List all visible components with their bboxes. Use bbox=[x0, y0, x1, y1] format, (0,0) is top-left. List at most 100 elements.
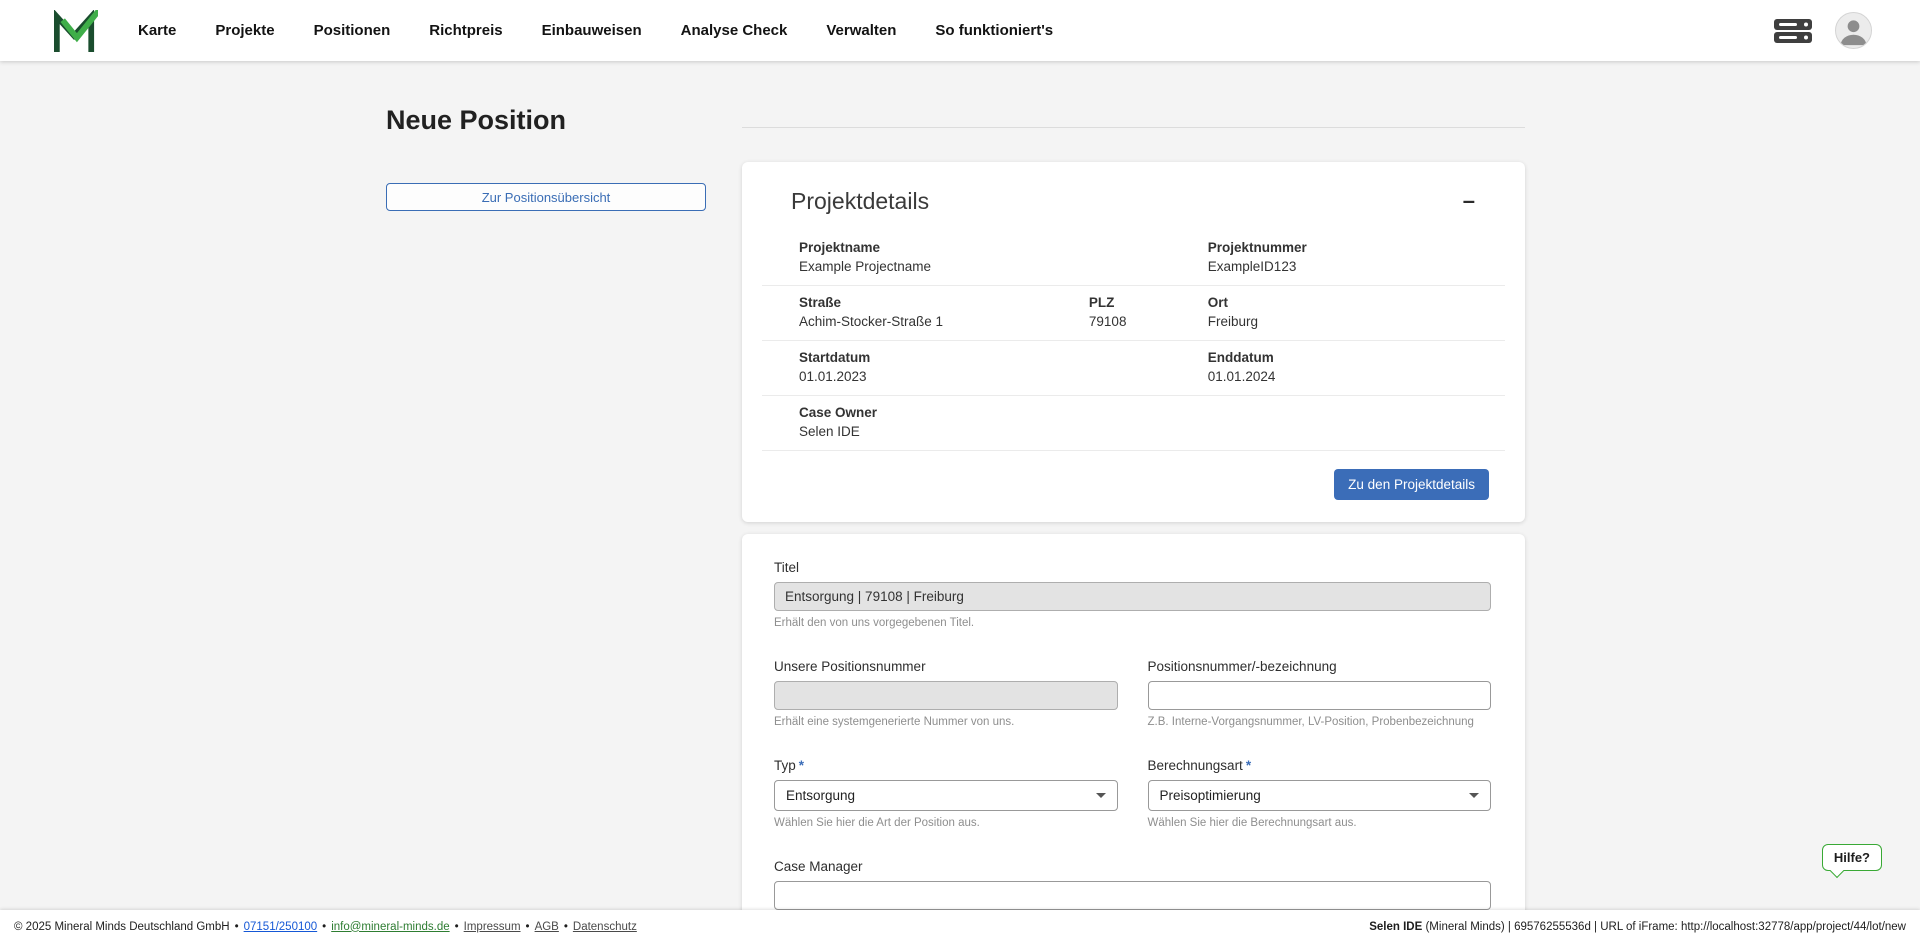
copyright-text: © 2025 Mineral Minds Deutschland GmbH bbox=[14, 920, 230, 933]
table-row: Case Owner Selen IDE bbox=[762, 396, 1505, 451]
table-row: Straße Achim-Stocker-Straße 1 PLZ 79108 … bbox=[762, 286, 1505, 341]
case-manager-label: Case Manager bbox=[774, 859, 863, 874]
nav-item-analyse-check[interactable]: Analyse Check bbox=[681, 22, 788, 39]
typ-select[interactable]: Entsorgung bbox=[774, 780, 1118, 811]
footer-left: © 2025 Mineral Minds Deutschland GmbH • … bbox=[14, 921, 637, 933]
berechnungsart-select-value: Preisoptimierung bbox=[1159, 788, 1261, 803]
plz-label: PLZ bbox=[1088, 295, 1115, 310]
projektdetails-title: Projektdetails bbox=[791, 188, 930, 214]
typ-select-value: Entsorgung bbox=[786, 788, 856, 803]
separator: • bbox=[322, 920, 327, 933]
case-owner-value: Selen IDE bbox=[799, 424, 860, 439]
berechnungsart-label: Berechnungsart * bbox=[1147, 758, 1252, 773]
unsere-positionsnummer-helper: Erhält eine systemgenerierte Nummer von … bbox=[774, 716, 1015, 728]
field-enddatum: Enddatum 01.01.2024 bbox=[1208, 350, 1505, 384]
titel-label: Titel bbox=[774, 560, 800, 575]
main-nav: Karte Projekte Positionen Richtpreis Ein… bbox=[138, 22, 1053, 39]
titel-helper: Erhält den von uns vorgegebenen Titel. bbox=[774, 617, 975, 629]
chevron-down-icon bbox=[1095, 793, 1106, 798]
required-asterisk: * bbox=[1245, 758, 1252, 773]
projektnummer-label: Projektnummer bbox=[1207, 240, 1307, 255]
startdatum-value: 01.01.2023 bbox=[799, 369, 867, 384]
footer-session-details: (Mineral Minds) | 69576255536d | URL of … bbox=[1422, 920, 1906, 933]
berechnungsart-helper: Wählen Sie hier die Berechnungsart aus. bbox=[1147, 817, 1357, 829]
field-projektname: Projektname Example Projectname bbox=[762, 240, 1208, 274]
footer-bar: © 2025 Mineral Minds Deutschland GmbH • … bbox=[0, 910, 1920, 943]
startdatum-label: Startdatum bbox=[799, 350, 871, 365]
field-ort: Ort Freiburg bbox=[1208, 295, 1505, 329]
strasse-label: Straße bbox=[799, 295, 842, 310]
berechnungsart-select[interactable]: Preisoptimierung bbox=[1147, 780, 1491, 811]
field-strasse: Straße Achim-Stocker-Straße 1 bbox=[762, 295, 1089, 329]
email-link[interactable]: info@mineral-minds.de bbox=[331, 921, 449, 933]
case-manager-group: Case Manager bbox=[774, 859, 1491, 910]
footer-user-name: Selen IDE bbox=[1369, 920, 1423, 933]
table-row: Projektname Example Projectname Projektn… bbox=[762, 231, 1505, 286]
collapse-icon[interactable]: – bbox=[1457, 188, 1481, 214]
chevron-down-icon bbox=[1469, 793, 1479, 798]
ort-label: Ort bbox=[1207, 295, 1229, 310]
titel-input bbox=[774, 582, 1491, 611]
projektname-label: Projektname bbox=[799, 240, 881, 255]
required-asterisk: * bbox=[798, 758, 805, 773]
hilfe-label: Hilfe? bbox=[1833, 850, 1870, 865]
unsere-positionsnummer-label: Unsere Positionsnummer bbox=[774, 659, 926, 674]
case-owner-label: Case Owner bbox=[799, 405, 878, 420]
impressum-link[interactable]: Impressum bbox=[464, 921, 521, 933]
nav-item-verwalten[interactable]: Verwalten bbox=[826, 22, 896, 39]
right-column: Projektdetails – Projektname Example Pro… bbox=[742, 162, 1525, 910]
separator: • bbox=[563, 920, 568, 933]
field-plz: PLZ 79108 bbox=[1089, 295, 1208, 329]
separator: • bbox=[454, 920, 459, 933]
typ-label: Typ * bbox=[774, 758, 805, 773]
enddatum-value: 01.01.2024 bbox=[1207, 369, 1276, 384]
typ-group: Typ * Entsorgung Wählen Sie hier die Art … bbox=[774, 758, 1118, 829]
nav-item-einbauweisen[interactable]: Einbauweisen bbox=[542, 22, 642, 39]
field-projektnummer: Projektnummer ExampleID123 bbox=[1208, 240, 1505, 274]
user-avatar-icon bbox=[1840, 20, 1867, 46]
typ-helper: Wählen Sie hier die Art der Position aus… bbox=[774, 817, 980, 829]
projektdetails-card: Projektdetails – Projektname Example Pro… bbox=[742, 162, 1525, 522]
card-reader-icon[interactable] bbox=[1773, 17, 1813, 45]
strasse-value: Achim-Stocker-Straße 1 bbox=[799, 314, 944, 329]
user-avatar[interactable] bbox=[1835, 12, 1872, 49]
case-manager-input[interactable] bbox=[774, 881, 1491, 910]
page-header: Neue Position bbox=[386, 105, 1525, 136]
berechnungsart-group: Berechnungsart * Preisoptimierung Wählen … bbox=[1147, 758, 1491, 829]
project-details-table: Projektname Example Projectname Projektn… bbox=[762, 231, 1505, 451]
positionsnummer-label: Positionsnummer/-bezeichnung bbox=[1147, 659, 1337, 674]
hilfe-button[interactable]: Hilfe? bbox=[1821, 844, 1882, 879]
nav-item-projekte[interactable]: Projekte bbox=[215, 22, 274, 39]
top-navigation-bar: Karte Projekte Positionen Richtpreis Ein… bbox=[0, 0, 1920, 61]
positionsnummer-input[interactable] bbox=[1147, 681, 1491, 710]
projektname-value: Example Projectname bbox=[799, 259, 932, 274]
titel-group: Titel Erhält den von uns vorgegebenen Ti… bbox=[774, 560, 1491, 629]
mineral-minds-logo[interactable] bbox=[52, 9, 98, 52]
field-case-owner: Case Owner Selen IDE bbox=[762, 405, 1208, 439]
nav-item-richtpreis[interactable]: Richtpreis bbox=[429, 22, 502, 39]
datenschutz-link[interactable]: Datenschutz bbox=[573, 921, 637, 933]
field-startdatum: Startdatum 01.01.2023 bbox=[762, 350, 1208, 384]
enddatum-label: Enddatum bbox=[1207, 350, 1274, 365]
zu-den-projektdetails-button[interactable]: Zu den Projektdetails bbox=[1334, 469, 1489, 500]
nav-item-positionen[interactable]: Positionen bbox=[314, 22, 391, 39]
phone-link[interactable]: 07151/250100 bbox=[244, 921, 318, 933]
ort-value: Freiburg bbox=[1207, 314, 1259, 329]
positionsnummer-helper: Z.B. Interne-Vorgangsnummer, LV-Position… bbox=[1147, 716, 1474, 728]
nav-item-so-funktionierts[interactable]: So funktioniert's bbox=[935, 22, 1053, 39]
positionsnummer-group: Positionsnummer/-bezeichnung Z.B. Intern… bbox=[1147, 659, 1491, 728]
nav-item-karte[interactable]: Karte bbox=[138, 22, 176, 39]
left-column: Zur Positionsübersicht bbox=[386, 162, 706, 211]
page-title: Neue Position bbox=[386, 105, 567, 135]
zur-positionsuebersicht-button[interactable]: Zur Positionsübersicht bbox=[386, 183, 706, 211]
separator: • bbox=[234, 920, 239, 933]
projektnummer-value: ExampleID123 bbox=[1207, 259, 1297, 274]
title-divider bbox=[742, 127, 1525, 128]
unsere-positionsnummer-input bbox=[774, 681, 1118, 710]
unsere-positionsnummer-group: Unsere Positionsnummer Erhält eine syste… bbox=[774, 659, 1118, 728]
agb-link[interactable]: AGB bbox=[535, 921, 559, 933]
plz-value: 79108 bbox=[1088, 314, 1127, 329]
table-row: Startdatum 01.01.2023 Enddatum 01.01.202… bbox=[762, 341, 1505, 396]
neue-position-form-card: Titel Erhält den von uns vorgegebenen Ti… bbox=[742, 534, 1525, 910]
header-right-actions bbox=[1773, 12, 1872, 49]
